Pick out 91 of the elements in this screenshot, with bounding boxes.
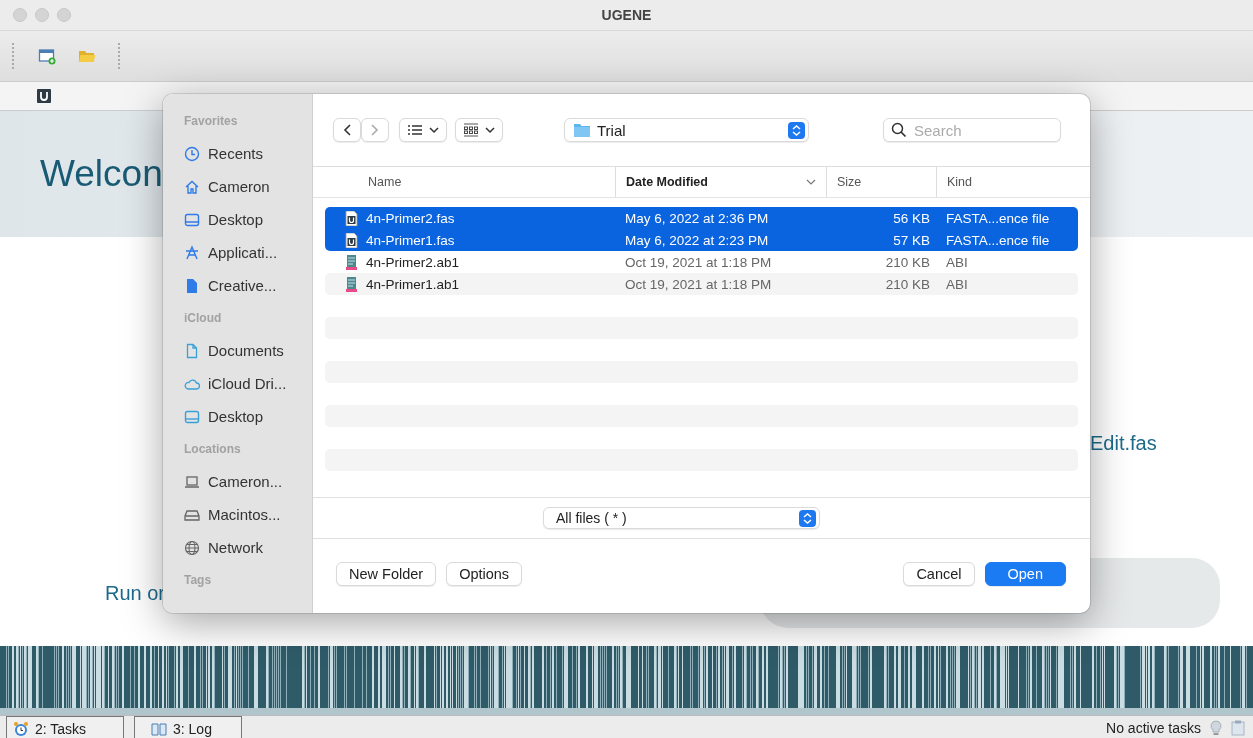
section-header: Tags (184, 573, 213, 589)
column-header[interactable]: Size (826, 167, 936, 197)
section-header: Favorites (184, 114, 239, 130)
file-link[interactable]: Edit.fas (1090, 432, 1253, 455)
light-bulb-icon (1209, 720, 1223, 736)
dialog-button[interactable]: Open (984, 562, 1066, 586)
file-row[interactable]: 4n-Primer1.fas May 6, 2022 at 2:23 PM 57 KB FASTA...ence file (325, 229, 1078, 251)
file-size: 210 KB (884, 254, 931, 270)
sidebar-item[interactable]: Cameron... (178, 465, 304, 498)
desktop-icon (184, 408, 200, 425)
file-size: 57 KB (892, 232, 931, 248)
file-date: May 6, 2022 at 2:36 PM (624, 210, 770, 226)
u-file-icon (345, 210, 358, 226)
column-header[interactable]: Name (325, 167, 615, 197)
close-button[interactable] (13, 8, 27, 22)
sidebar-item[interactable]: Macintos... (178, 498, 304, 531)
sidebar-item[interactable]: Network (178, 531, 304, 564)
panel-tab[interactable]: 3: Log (134, 716, 242, 738)
sidebar-item[interactable]: Recents (178, 137, 304, 170)
file-name: 4n-Primer1.ab1 (366, 276, 460, 292)
new-project-button[interactable] (38, 47, 56, 65)
search-field[interactable]: Search (883, 118, 1061, 142)
back-button[interactable] (333, 118, 361, 142)
folder-icon (573, 123, 591, 137)
sidebar-item[interactable]: Desktop (178, 400, 304, 433)
document-icon (184, 342, 200, 359)
house-icon (184, 178, 200, 195)
sort-chevron-icon (806, 179, 816, 185)
sidebar-item[interactable]: Creative... (178, 269, 304, 302)
document-icon (184, 277, 200, 294)
chromatogram-file-icon (345, 276, 358, 292)
chromatogram-file-icon (345, 254, 358, 270)
sidebar-item[interactable]: Documents (178, 334, 304, 367)
link-text[interactable]: Run or (105, 582, 166, 605)
compass-icon (184, 244, 200, 261)
sidebar-item[interactable]: Cameron (178, 170, 304, 203)
section-header: iCloud (184, 311, 223, 327)
location-popup[interactable]: Trial (564, 118, 809, 142)
sidebar-item[interactable]: Applicati... (178, 236, 304, 269)
chevron-down-icon (429, 126, 439, 134)
file-kind: FASTA...ence file (945, 232, 1051, 248)
dialog-button[interactable]: Options (446, 562, 523, 586)
zoom-button[interactable] (57, 8, 71, 22)
window-title: UGENE (601, 7, 652, 23)
chevron-down-icon (485, 126, 495, 134)
desktop-icon (184, 211, 200, 228)
clock-icon (13, 720, 29, 737)
open-button[interactable] (78, 48, 96, 64)
u-file-icon (345, 232, 358, 248)
file-row[interactable]: 4n-Primer2.fas May 6, 2022 at 2:36 PM 56 KB FASTA...ence file (325, 207, 1078, 229)
globe-icon (184, 539, 200, 556)
chevron-left-icon (342, 123, 352, 137)
file-row[interactable]: 4n-Primer2.ab1 Oct 19, 2021 at 1:18 PM 210 KB ABI (325, 251, 1078, 273)
file-size: 210 KB (884, 276, 931, 292)
window-plus-icon (38, 47, 56, 65)
dialog-button[interactable]: New Folder (336, 562, 437, 586)
book-icon (151, 720, 167, 737)
folder-icon (78, 48, 96, 64)
clock-icon (184, 145, 200, 162)
dialog-button[interactable]: Cancel (903, 562, 975, 586)
list-icon (407, 124, 423, 136)
welcome-heading: Welcon (40, 153, 163, 195)
laptop-icon (184, 473, 200, 490)
grid-icon (463, 123, 479, 137)
section-header: Locations (184, 442, 242, 458)
minimize-button[interactable] (35, 8, 49, 22)
file-date: May 6, 2022 at 2:23 PM (624, 232, 770, 248)
file-kind: ABI (945, 276, 969, 292)
sidebar-item[interactable]: iCloud Dri... (178, 367, 304, 400)
file-name: 4n-Primer2.fas (366, 210, 455, 226)
clipboard-icon (1231, 720, 1245, 736)
file-row[interactable]: 4n-Primer1.ab1 Oct 19, 2021 at 1:18 PM 210 KB ABI (325, 273, 1078, 295)
column-header[interactable]: Kind (936, 167, 1090, 197)
file-date: Oct 19, 2021 at 1:18 PM (624, 254, 773, 270)
chevron-right-icon (370, 123, 380, 137)
file-name: 4n-Primer2.ab1 (366, 254, 460, 270)
panel-tab[interactable]: 2: Tasks (6, 716, 124, 738)
file-kind: ABI (945, 254, 969, 270)
file-kind: FASTA...ence file (945, 210, 1051, 226)
u-logo-icon (37, 89, 51, 103)
list-view-button[interactable] (399, 118, 447, 142)
file-type-popup[interactable]: All files ( * ) (543, 507, 820, 529)
file-name: 4n-Primer1.fas (366, 232, 455, 248)
group-view-button[interactable] (455, 118, 503, 142)
column-header[interactable]: Date Modified (615, 167, 826, 197)
file-date: Oct 19, 2021 at 1:18 PM (624, 276, 773, 292)
forward-button[interactable] (361, 118, 389, 142)
status-text: No active tasks (1106, 720, 1201, 736)
file-size: 56 KB (892, 210, 931, 226)
search-icon (891, 122, 907, 138)
sidebar-item[interactable]: Desktop (178, 203, 304, 236)
